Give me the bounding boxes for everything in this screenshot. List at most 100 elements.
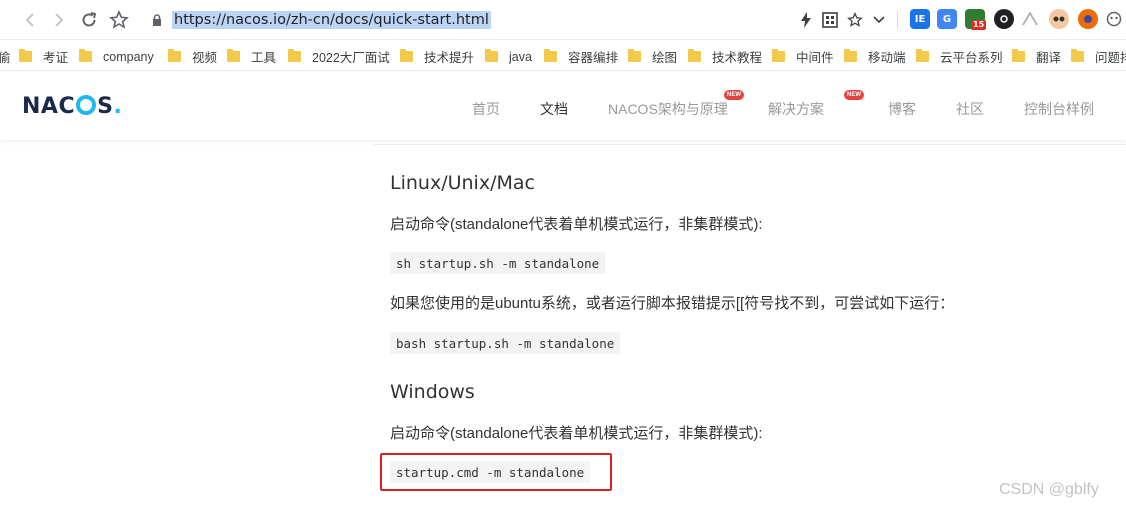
bookmark-label: 翻译 (1036, 51, 1062, 65)
folder-icon (79, 49, 92, 62)
bookmark-label: 问题排 (1095, 51, 1126, 65)
mountain-extension-icon[interactable] (1020, 9, 1040, 29)
dark-extension-icon[interactable] (994, 9, 1014, 29)
bookmark-label: 中间件 (796, 51, 834, 65)
bookmark-label: 移动端 (868, 51, 906, 65)
nav-architecture-label: NACOS架构与原理 (608, 101, 728, 117)
nav-console-demo-label: 控制台样例 (1024, 101, 1094, 117)
bookmark-label: 工具 (251, 51, 277, 65)
bookmark-folder[interactable]: 技术提升 (400, 48, 474, 65)
bookmark-folder[interactable]: 云平台系列 (916, 48, 1003, 65)
folder-icon (544, 49, 557, 62)
logo-letter: S (97, 94, 114, 119)
forward-button[interactable] (48, 9, 70, 31)
folder-icon (844, 49, 857, 62)
bookmark-folder[interactable]: 2022大厂面试 (288, 48, 390, 65)
bookmark-fragment[interactable]: 偷 (0, 48, 11, 65)
ubuntu-command-code[interactable]: bash startup.sh -m standalone (390, 332, 621, 354)
new-badge: NEW (844, 90, 864, 100)
bookmark-label: 考证 (43, 51, 69, 65)
nav-docs[interactable]: 文档 (540, 99, 568, 119)
firefox-like-extension-icon[interactable] (1078, 9, 1098, 29)
linux-command-code[interactable]: sh startup.sh -m standalone (390, 252, 606, 274)
nav-community-label: 社区 (956, 101, 984, 117)
folder-icon (485, 49, 498, 62)
logo-ring-icon (76, 95, 97, 115)
bookmark-folder[interactable]: company (79, 48, 154, 65)
bookmark-label: 技术教程 (712, 51, 763, 65)
folder-icon (772, 49, 785, 62)
logo-letter: N (22, 94, 41, 119)
folder-icon (227, 49, 240, 62)
chevron-right-icon (55, 13, 64, 27)
folder-icon (19, 49, 32, 62)
back-button[interactable] (19, 9, 41, 31)
favorite-star-icon[interactable] (845, 8, 865, 32)
nav-console-demo[interactable]: 控制台样例 (1024, 99, 1094, 119)
linux-description: 启动命令(standalone代表着单机模式运行，非集群模式): (390, 216, 763, 233)
chevron-left-icon (25, 13, 34, 27)
translate-extension-icon[interactable]: G (937, 9, 957, 29)
ubuntu-note: 如果您使用的是ubuntu系统，或者运行脚本报错提示[[符号找不到，可尝试如下运… (390, 295, 955, 312)
bookmark-folder[interactable]: 技术教程 (688, 48, 762, 65)
nav-blog[interactable]: 博客 (888, 99, 916, 119)
address-bar[interactable]: https://nacos.io/zh-cn/docs/quick-start.… (146, 5, 886, 35)
bookmark-folder[interactable]: java (485, 48, 532, 65)
nav-community[interactable]: 社区 (956, 99, 984, 119)
bookmark-label: company (103, 49, 154, 64)
browser-toolbar: https://nacos.io/zh-cn/docs/quick-start.… (0, 0, 1126, 40)
folder-icon (1071, 49, 1084, 62)
puzzle-extension-icon[interactable]: 15 (965, 9, 987, 30)
bookmark-folder[interactable]: 移动端 (844, 48, 906, 65)
ie-tab-extension-icon[interactable]: IE (910, 9, 930, 29)
site-header: N A C S . 首页 文档 NACOS架构与原理 NEW 解决方案 NEW … (0, 72, 1126, 140)
avatar-extension-icon[interactable] (1049, 9, 1069, 29)
nav-home-label: 首页 (472, 101, 500, 117)
bookmark-folder[interactable]: 绘图 (628, 48, 677, 65)
bookmark-folder[interactable]: 容器编排 (544, 48, 618, 65)
folder-icon (628, 49, 641, 62)
linux-heading: Linux/Unix/Mac (390, 172, 535, 194)
logo-letter: C (58, 94, 76, 119)
bookmark-star-button[interactable] (108, 9, 130, 31)
bookmark-folder[interactable]: 工具 (227, 48, 276, 65)
bookmark-label: 技术提升 (424, 51, 475, 65)
bookmark-folder[interactable]: 考证 (19, 48, 68, 65)
toolbar-separator (897, 11, 898, 29)
bookmark-folder[interactable]: 问题排 (1071, 48, 1126, 65)
bookmark-label: 2022大厂面试 (312, 51, 390, 65)
bookmark-label: 视频 (192, 51, 218, 65)
url-text[interactable]: https://nacos.io/zh-cn/docs/quick-start.… (172, 11, 491, 29)
nav-home[interactable]: 首页 (472, 99, 500, 119)
reload-button[interactable] (78, 9, 100, 31)
nav-architecture[interactable]: NACOS架构与原理 NEW (608, 90, 744, 119)
chevron-down-icon[interactable] (870, 8, 888, 32)
windows-heading: Windows (390, 381, 475, 403)
bookmark-label: 容器编排 (568, 51, 619, 65)
reload-icon (82, 12, 97, 27)
folder-icon (168, 49, 181, 62)
bookmark-label: 绘图 (652, 51, 678, 65)
red-highlight-box (380, 453, 612, 491)
bookmark-folder[interactable]: 翻译 (1012, 48, 1061, 65)
qr-code-icon[interactable] (820, 8, 840, 32)
folder-icon (288, 49, 301, 62)
lightning-icon[interactable] (797, 8, 815, 32)
bookmark-folder[interactable]: 视频 (168, 48, 217, 65)
csdn-watermark: CSDN @gblfy (999, 481, 1099, 498)
nav-blog-label: 博客 (888, 101, 916, 117)
nacos-logo[interactable]: N A C S . (22, 93, 122, 119)
translate-label: G (942, 13, 952, 25)
bookmarks-bar: 偷 考证 company 视频 工具 2022大厂面试 技术提升 java 容器… (0, 41, 1126, 71)
bookmark-label: 云平台系列 (940, 51, 1003, 65)
folder-icon (1012, 49, 1025, 62)
folder-icon (400, 49, 413, 62)
bookmark-folder[interactable]: 中间件 (772, 48, 834, 65)
folder-icon (688, 49, 701, 62)
face-extension-icon[interactable] (1104, 9, 1124, 29)
folder-icon (916, 49, 929, 62)
logo-dot: . (113, 94, 123, 119)
nav-docs-label: 文档 (540, 101, 568, 117)
logo-letter: A (40, 94, 59, 119)
nav-solutions[interactable]: 解决方案 NEW (768, 90, 864, 119)
